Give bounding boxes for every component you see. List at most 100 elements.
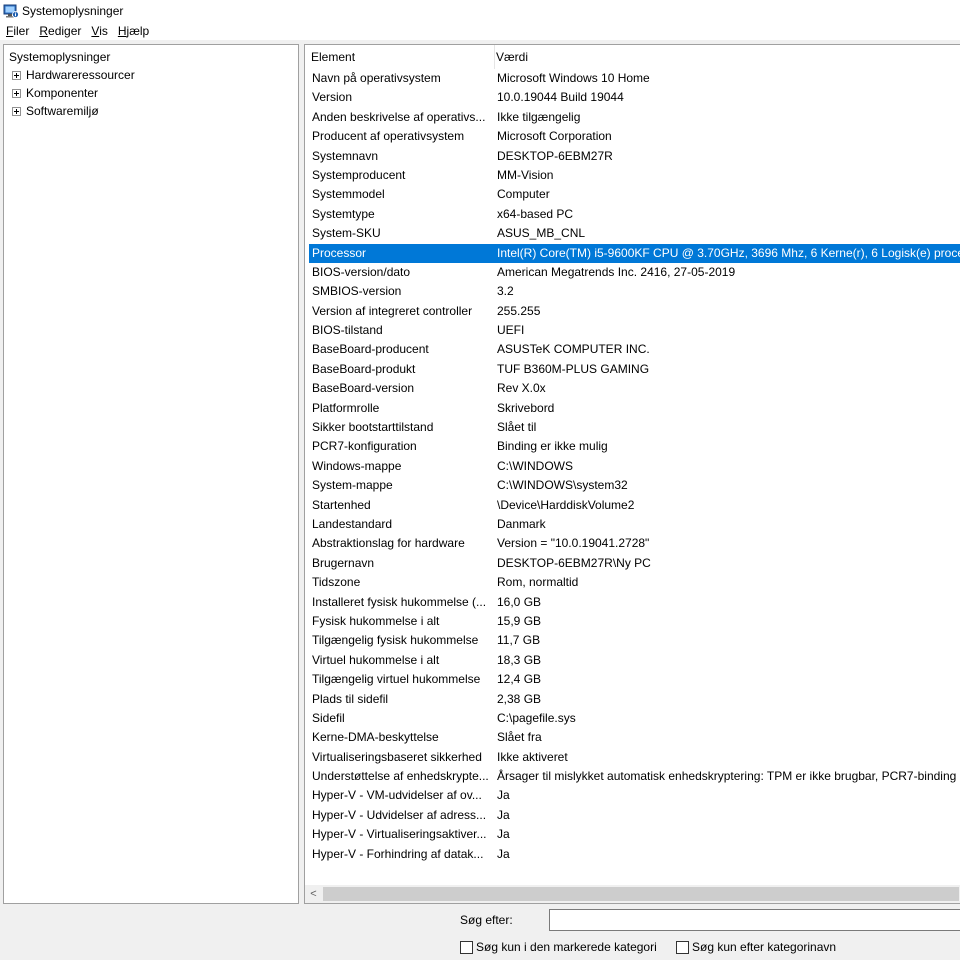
row-value: ASUS_MB_CNL [497, 226, 586, 241]
table-row[interactable]: BaseBoard-version Rev X.0x [309, 379, 960, 398]
table-row[interactable]: BIOS-version/dato American Megatrends Inc… [309, 263, 960, 282]
table-row[interactable]: System-SKU ASUS_MB_CNL [309, 224, 960, 243]
table-row[interactable]: Hyper-V - Udvidelser af adress... Ja [309, 806, 960, 825]
table-row[interactable]: Systemnavn DESKTOP-6EBM27R [309, 147, 960, 166]
table-row[interactable]: Hyper-V - Virtualiseringsaktiver... Ja [309, 825, 960, 844]
table-row[interactable]: Systemtype x64-based PC [309, 205, 960, 224]
row-value: Ja [497, 788, 510, 803]
row-element: BaseBoard-version [312, 381, 415, 396]
row-element: Sikker bootstarttilstand [312, 420, 434, 435]
row-value: C:\pagefile.sys [497, 710, 576, 725]
expand-plus-icon[interactable] [12, 88, 21, 98]
checkbox-category-names[interactable]: Søg kun efter kategorinavn [676, 939, 836, 955]
category-tree[interactable]: Systemoplysninger Hardwareressourcer Kom… [3, 44, 299, 904]
table-row[interactable]: System-mappe C:\WINDOWS\system32 [309, 476, 960, 495]
table-row[interactable]: Fysisk hukommelse i alt 15,9 GB [309, 612, 960, 631]
table-row[interactable]: Plads til sidefil 2,38 GB [309, 690, 960, 709]
expand-plus-icon[interactable] [12, 106, 21, 116]
table-row[interactable]: Version af integreret controller 255.255 [309, 302, 960, 321]
row-element: Brugernavn [312, 555, 375, 570]
row-element: Systemproducent [312, 167, 406, 182]
table-row[interactable]: Anden beskrivelse af operativs... Ikke ti… [309, 108, 960, 127]
table-row[interactable]: BaseBoard-produkt TUF B360M-PLUS GAMING [309, 360, 960, 379]
row-value: 15,9 GB [497, 613, 542, 628]
search-label: Søg efter: [460, 913, 513, 927]
table-row[interactable]: Systemmodel Computer [309, 185, 960, 204]
list-header: Element Værdi [305, 45, 960, 69]
row-value: Slået fra [497, 730, 542, 745]
tree-node-components[interactable]: Komponenter [12, 85, 98, 101]
table-row[interactable]: Kerne-DMA-beskyttelse Slået fra [309, 728, 960, 747]
row-element: BIOS-version/dato [312, 264, 411, 279]
table-row[interactable]: Tilgængelig virtuel hukommelse 12,4 GB [309, 670, 960, 689]
row-element: Tilgængelig virtuel hukommelse [312, 672, 481, 687]
table-row[interactable]: Version 10.0.19044 Build 19044 [309, 88, 960, 107]
table-row[interactable]: Virtuel hukommelse i alt 18,3 GB [309, 651, 960, 670]
table-row[interactable]: Systemproducent MM-Vision [309, 166, 960, 185]
row-value: \Device\HarddiskVolume2 [497, 497, 635, 512]
row-value: Binding er ikke mulig [497, 439, 608, 454]
search-input[interactable] [549, 909, 960, 931]
table-row[interactable]: Virtualiseringsbaseret sikkerhed Ikke akt… [309, 748, 960, 767]
row-element: Version [312, 90, 353, 105]
table-row[interactable]: Tilgængelig fysisk hukommelse 11,7 GB [309, 631, 960, 650]
row-element: Version af integreret controller [312, 303, 473, 318]
menu-help[interactable]: Hjælp [113, 22, 154, 40]
details-list[interactable]: Element Værdi Navn på operativsystem Micr… [304, 44, 960, 904]
expand-plus-icon[interactable] [12, 70, 21, 80]
table-row[interactable]: BaseBoard-producent ASUSTeK COMPUTER INC. [309, 340, 960, 359]
table-row[interactable]: Processor Intel(R) Core(TM) i5-9600KF CPU… [309, 243, 960, 263]
scroll-left-arrow-icon[interactable]: < [305, 885, 322, 903]
row-element: Systemnavn [312, 148, 379, 163]
row-value: Ja [497, 846, 510, 861]
scroll-thumb[interactable] [323, 887, 959, 901]
table-row[interactable]: Brugernavn DESKTOP-6EBM27R\Ny PC [309, 554, 960, 573]
table-row[interactable]: Platformrolle Skrivebord [309, 399, 960, 418]
table-row[interactable]: Installeret fysisk hukommelse (... 16,0 G… [309, 593, 960, 612]
tree-node-label: Hardwareressourcer [26, 68, 135, 82]
table-row[interactable]: Understøttelse af enhedskrypte... Årsager… [309, 767, 960, 786]
column-header-value[interactable]: Værdi [490, 45, 960, 69]
checkbox-label: Søg kun i den markerede kategori [476, 940, 657, 954]
checkbox-box[interactable] [676, 940, 689, 954]
menu-edit[interactable]: Rediger [34, 22, 86, 40]
table-row[interactable]: SMBIOS-version 3.2 [309, 282, 960, 301]
tree-node-software-environment[interactable]: Softwaremiljø [12, 103, 99, 119]
table-row[interactable]: Sidefil C:\pagefile.sys [309, 709, 960, 728]
table-row[interactable]: Producent af operativsystem Microsoft Cor… [309, 127, 960, 146]
row-value: Ja [497, 807, 510, 822]
table-row[interactable]: BIOS-tilstand UEFI [309, 321, 960, 340]
row-value: 255.255 [497, 303, 541, 318]
row-element: Hyper-V - Forhindring af datak... [312, 846, 484, 861]
table-row[interactable]: Landestandard Danmark [309, 515, 960, 534]
tree-node-hardware-resources[interactable]: Hardwareressourcer [12, 67, 135, 83]
row-element: Installeret fysisk hukommelse (... [312, 594, 487, 609]
table-row[interactable]: Startenhed \Device\HarddiskVolume2 [309, 496, 960, 515]
tree-root-system-summary[interactable]: Systemoplysninger [9, 49, 110, 65]
table-row[interactable]: PCR7-konfiguration Binding er ikke mulig [309, 437, 960, 456]
row-element: Understøttelse af enhedskrypte... [312, 769, 489, 784]
menu-file[interactable]: Filer [0, 22, 34, 40]
row-element: Abstraktionslag for hardware [312, 536, 465, 551]
menu-bar: Filer Rediger Vis Hjælp [0, 22, 960, 40]
table-row[interactable]: Navn på operativsystem Microsoft Windows … [309, 69, 960, 88]
table-row[interactable]: Hyper-V - VM-udvidelser af ov... Ja [309, 786, 960, 805]
checkbox-selected-category[interactable]: Søg kun i den markerede kategori [460, 939, 657, 955]
horizontal-scrollbar[interactable]: < [305, 885, 960, 903]
row-value: American Megatrends Inc. 2416, 27-05-201… [497, 264, 736, 279]
row-value: 3.2 [497, 284, 514, 299]
row-element: Kerne-DMA-beskyttelse [312, 730, 439, 745]
menu-view[interactable]: Vis [86, 22, 112, 40]
row-value: MM-Vision [497, 167, 554, 182]
row-value: Ikke tilgængelig [497, 109, 581, 124]
checkbox-box[interactable] [460, 940, 473, 954]
table-row[interactable]: Sikker bootstarttilstand Slået til [309, 418, 960, 437]
table-row[interactable]: Abstraktionslag for hardware Version = "1… [309, 534, 960, 553]
table-row[interactable]: Hyper-V - Forhindring af datak... Ja [309, 845, 960, 864]
row-element: System-mappe [312, 478, 393, 493]
table-row[interactable]: Windows-mappe C:\WINDOWS [309, 457, 960, 476]
row-value: Ikke aktiveret [497, 749, 568, 764]
table-row[interactable]: Tidszone Rom, normaltid [309, 573, 960, 592]
column-header-element[interactable]: Element [305, 45, 495, 69]
row-element: Windows-mappe [312, 458, 402, 473]
